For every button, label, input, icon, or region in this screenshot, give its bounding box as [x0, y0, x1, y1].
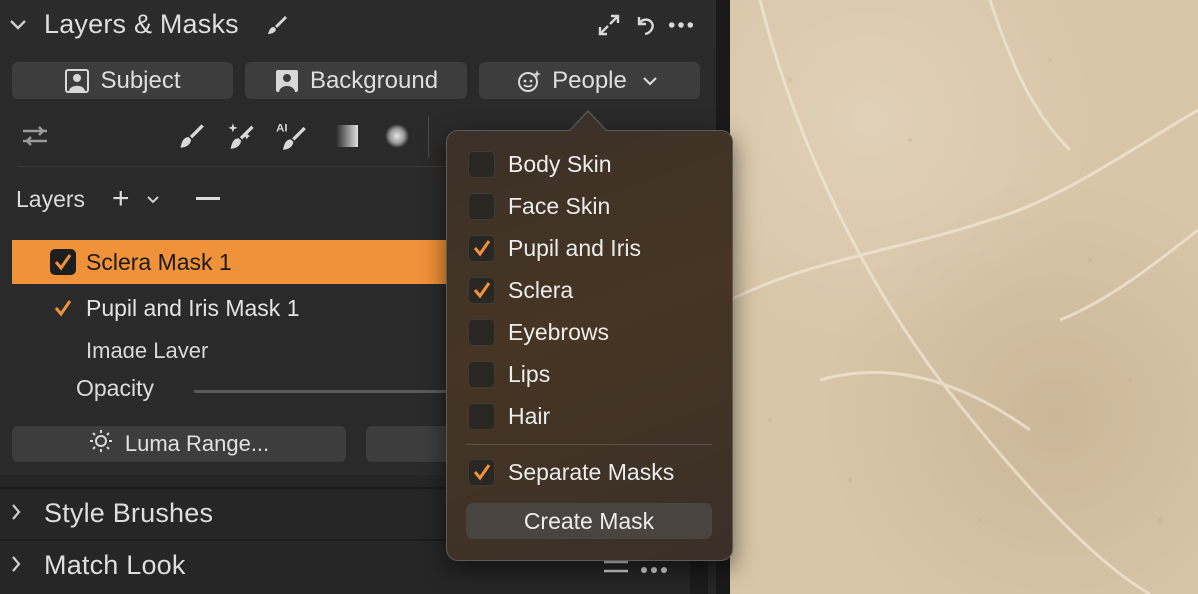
tool-divider — [428, 116, 429, 158]
layers-label: Layers — [16, 186, 86, 212]
checkbox-unchecked-icon[interactable] — [468, 402, 495, 430]
toolbar-separator — [18, 166, 458, 167]
option-lips[interactable]: Lips — [468, 359, 718, 389]
option-label: Lips — [508, 360, 551, 387]
subject-button[interactable]: Subject — [12, 62, 233, 99]
face-sparkle-icon — [516, 68, 542, 94]
brush-tool-icon[interactable] — [174, 118, 208, 154]
panel-header: Layers & Masks — [0, 0, 716, 50]
subject-label: Subject — [100, 66, 181, 94]
option-eyebrows[interactable]: Eyebrows — [468, 317, 718, 347]
checkbox-unchecked-icon[interactable] — [468, 150, 495, 178]
layer-row-sclera[interactable]: Sclera Mask 1 — [12, 240, 452, 284]
option-face-skin[interactable]: Face Skin — [468, 191, 718, 221]
expand-icon[interactable] — [596, 12, 622, 38]
adjust-button-secondary[interactable] — [366, 426, 456, 462]
checkbox-checked-icon[interactable] — [468, 234, 495, 262]
remove-layer-icon[interactable] — [196, 197, 220, 200]
more-icon[interactable] — [668, 12, 694, 38]
option-label: Hair — [508, 402, 551, 429]
popover-arrow-fill — [570, 112, 606, 131]
luma-range-button[interactable]: Luma Range... — [12, 426, 346, 462]
layer-label: Pupil and Iris Mask 1 — [86, 294, 300, 321]
option-label: Body Skin — [508, 150, 612, 177]
panel-title: Layers & Masks — [44, 9, 239, 39]
option-label: Eyebrows — [508, 318, 609, 345]
magic-brush-icon[interactable] — [224, 118, 258, 154]
option-label: Face Skin — [508, 192, 611, 219]
svg-text:AI: AI — [276, 122, 287, 134]
opacity-slider[interactable] — [194, 390, 454, 393]
linear-gradient-icon[interactable] — [330, 118, 364, 154]
option-sclera[interactable]: Sclera — [468, 275, 718, 305]
chevron-down-icon — [637, 68, 663, 94]
background-button[interactable]: Background — [245, 62, 467, 99]
radial-gradient-icon[interactable] — [380, 118, 414, 154]
section-title: Match Look — [44, 550, 186, 580]
image-canvas[interactable] — [730, 0, 1198, 594]
person-icon — [64, 68, 90, 94]
opacity-label: Opacity — [76, 375, 154, 401]
popover-separator — [466, 444, 712, 445]
layer-label: Sclera Mask 1 — [86, 248, 232, 275]
option-pupil-iris[interactable]: Pupil and Iris — [468, 233, 718, 263]
people-label: People — [552, 66, 627, 94]
option-label: Separate Masks — [508, 458, 675, 485]
sun-icon — [89, 429, 113, 459]
option-separate-masks[interactable]: Separate Masks — [468, 457, 718, 487]
list-icon[interactable] — [604, 559, 628, 580]
layer-row-pupil-iris[interactable]: Pupil and Iris Mask 1 — [12, 286, 452, 330]
ai-brush-icon[interactable]: AI — [274, 118, 308, 154]
option-body-skin[interactable]: Body Skin — [468, 149, 718, 179]
checkbox-checked-icon[interactable] — [468, 458, 495, 486]
reset-icon[interactable] — [632, 12, 658, 38]
image-layer-label: Image Layer — [86, 338, 209, 358]
add-layer-chevron-icon[interactable] — [146, 192, 160, 210]
checkbox-unchecked-icon[interactable] — [468, 318, 495, 346]
layer-checkbox-checked-icon[interactable] — [50, 249, 76, 275]
layer-checkbox-checked-icon[interactable] — [50, 295, 76, 321]
collapse-chevron-icon[interactable] — [8, 15, 28, 35]
sliders-icon[interactable] — [18, 118, 52, 154]
add-layer-icon[interactable]: + — [112, 184, 130, 214]
chevron-right-icon — [6, 554, 26, 574]
option-label: Pupil and Iris — [508, 234, 641, 261]
checkbox-unchecked-icon[interactable] — [468, 192, 495, 220]
image-texture — [730, 0, 1198, 594]
option-label: Sclera — [508, 276, 574, 303]
people-button[interactable]: People — [479, 62, 700, 99]
option-hair[interactable]: Hair — [468, 401, 718, 431]
section-title: Style Brushes — [44, 498, 214, 528]
luma-range-label: Luma Range... — [124, 431, 270, 456]
create-mask-button[interactable]: Create Mask — [466, 503, 712, 539]
checkbox-checked-icon[interactable] — [468, 276, 495, 304]
background-icon — [274, 68, 300, 94]
more-icon[interactable] — [640, 561, 668, 579]
checkbox-unchecked-icon[interactable] — [468, 360, 495, 388]
brush-icon[interactable] — [264, 12, 290, 38]
chevron-right-icon — [6, 502, 26, 522]
background-label: Background — [309, 66, 439, 94]
